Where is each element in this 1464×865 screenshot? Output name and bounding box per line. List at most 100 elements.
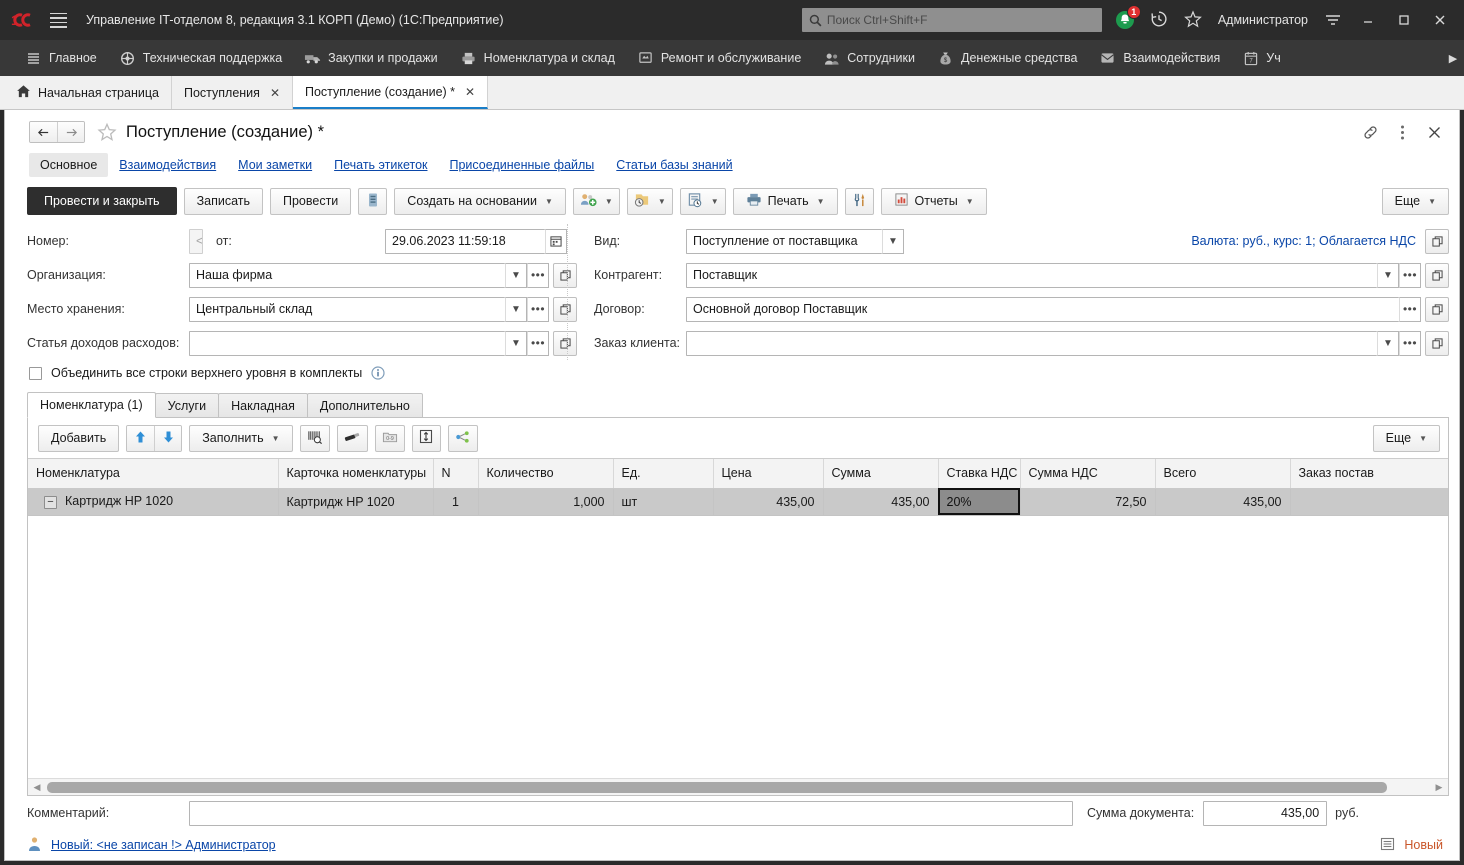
doc-kind-input[interactable]: Поступление от поставщика [686,229,882,254]
back-button[interactable] [30,122,57,142]
forward-button[interactable] [57,122,84,142]
collapse-icon[interactable]: − [44,496,57,509]
items-grid-scroll[interactable]: Номенклатура Карточка номенклатуры N Кол… [28,459,1448,778]
serial-numbers-button[interactable]: 0-9 [375,425,405,452]
scrollbar-track[interactable] [44,782,1432,793]
select-button[interactable]: ••• [1399,331,1421,356]
kebab-menu-icon[interactable] [1393,123,1411,141]
tab-uslugi[interactable]: Услуги [155,393,219,418]
col-n[interactable]: N [433,459,478,488]
sidebar-item-remont[interactable]: Ремонт и обслуживание [626,40,812,76]
cell-vsego[interactable]: 435,00 [1155,488,1290,515]
col-summa-nds[interactable]: Сумма НДС [1020,459,1155,488]
tab-postuplenie-sozdanie[interactable]: Поступление (создание) * ✕ [293,76,488,109]
tab-nomenklatura[interactable]: Номенклатура (1) [27,392,156,418]
tab-close-icon[interactable]: ✕ [270,87,280,99]
select-button[interactable]: ••• [1399,297,1421,322]
post-and-close-button[interactable]: Провести и закрыть [27,187,177,215]
add-row-button[interactable]: Добавить [38,425,119,452]
cell-stavka-nds[interactable]: 20% [938,488,1020,515]
sidebar-item-tehpodderzhka[interactable]: Техническая поддержка [108,40,293,76]
barcode-search-button[interactable] [300,425,330,452]
notifications-button[interactable]: 1 [1108,5,1142,35]
command-bar-more-button[interactable]: Еще ▼ [1382,188,1449,215]
add-to-favorites-icon[interactable] [97,122,117,142]
document-status-link[interactable]: Новый: <не записан !> Администратор [51,838,276,852]
reports-button[interactable]: Отчеты ▼ [881,188,987,215]
post-button[interactable]: Провести [270,188,351,215]
sidebar-item-vzaimodeystviya[interactable]: Взаимодействия [1088,40,1231,76]
tab-home[interactable]: Начальная страница [0,76,172,109]
col-cena[interactable]: Цена [713,459,823,488]
scroll-right-arrow-icon[interactable]: ▶ [1432,782,1446,793]
chevron-down-icon[interactable]: ▼ [1377,263,1399,288]
open-window-icon[interactable] [1425,263,1449,288]
sidebar-item-denezhnye-sredstva[interactable]: $ Денежные средства [926,40,1088,76]
sidebar-item-sotrudniki[interactable]: Сотрудники [812,40,926,76]
navlink-vzaimodeystviya[interactable]: Взаимодействия [108,154,227,176]
main-menu-button[interactable] [1316,5,1350,35]
open-window-icon[interactable] [1425,297,1449,322]
chevron-down-icon[interactable]: ▼ [505,263,527,288]
select-button[interactable]: ••• [527,263,549,288]
select-button[interactable]: ••• [1399,263,1421,288]
cell-cena[interactable]: 435,00 [713,488,823,515]
navlink-stati-bazy-znaniy[interactable]: Статьи базы знаний [605,154,743,176]
fill-button[interactable]: Заполнить ▼ [189,425,292,452]
minimize-button[interactable] [1350,5,1386,35]
open-window-icon[interactable] [1425,229,1449,254]
tab-nakladnaya[interactable]: Накладная [218,393,308,418]
hamburger-menu-icon[interactable] [50,9,72,31]
tools-button[interactable] [845,188,874,215]
navlink-prisoedinennye-fayly[interactable]: Присоединенные файлы [439,154,606,176]
cell-nomenklatura[interactable]: −Картридж HP 1020 [28,488,278,515]
col-vsego[interactable]: Всего [1155,459,1290,488]
sidebar-item-nomenklatura-sklad[interactable]: Номенклатура и склад [449,40,626,76]
combine-rows-checkbox[interactable] [29,367,42,380]
col-ed[interactable]: Ед. [613,459,713,488]
tab-close-icon[interactable]: ✕ [465,86,475,98]
col-stavka-nds[interactable]: Ставка НДС [938,459,1020,488]
print-button[interactable]: Печать ▼ [733,188,838,215]
move-row-up-button[interactable] [127,426,154,451]
scanner-button[interactable] [337,425,368,452]
current-user[interactable]: Администратор [1210,13,1316,27]
sidebar-item-zakupki[interactable]: Закупки и продажи [293,40,449,76]
horizontal-scrollbar[interactable]: ◀ ▶ [28,778,1448,795]
chevron-down-icon[interactable]: ▼ [1377,331,1399,356]
cell-n[interactable]: 1 [433,488,478,515]
cell-kolichestvo[interactable]: 1,000 [478,488,613,515]
maximize-button[interactable] [1386,5,1422,35]
cell-kartochka[interactable]: Картридж HP 1020 [278,488,433,515]
row-height-button[interactable] [412,425,441,452]
cell-ed[interactable]: шт [613,488,713,515]
client-order-input[interactable] [686,331,1377,356]
history-button[interactable] [1142,5,1176,35]
info-icon[interactable] [371,366,385,380]
create-based-on-button[interactable]: Создать на основании ▼ [394,188,566,215]
sections-overflow-button[interactable]: ▶ [1444,40,1462,76]
select-button[interactable]: ••• [527,297,549,322]
col-kolichestvo[interactable]: Количество [478,459,613,488]
close-form-icon[interactable] [1425,123,1443,141]
currency-note-link[interactable]: Валюта: руб., курс: 1; Облагается НДС [1191,234,1416,248]
calendar-icon[interactable] [545,229,567,254]
document-sum-value[interactable]: 435,00 [1203,801,1327,826]
table-more-button[interactable]: Еще ▼ [1373,425,1440,452]
tab-postupleniya[interactable]: Поступления ✕ [172,76,293,109]
cell-summa-nds[interactable]: 72,50 [1020,488,1155,515]
sidebar-item-uchet[interactable]: 7 Уч [1231,40,1291,76]
close-window-button[interactable] [1422,5,1458,35]
global-search-input[interactable]: Поиск Ctrl+Shift+F [802,8,1102,32]
kit-structure-button[interactable] [448,425,478,452]
table-row[interactable]: −Картридж HP 1020 Картридж HP 1020 1 1,0… [28,488,1448,515]
link-icon[interactable] [1361,123,1379,141]
col-zakaz-postavshchika[interactable]: Заказ постав [1290,459,1448,488]
chevron-down-icon[interactable]: ▼ [505,297,527,322]
counterparty-input[interactable]: Поставщик [686,263,1377,288]
select-button[interactable]: ••• [527,331,549,356]
write-button[interactable]: Записать [184,188,263,215]
col-kartochka[interactable]: Карточка номенклатуры [278,459,433,488]
col-nomenklatura[interactable]: Номенклатура [28,459,278,488]
number-input[interactable]: <Авто> [189,229,203,254]
